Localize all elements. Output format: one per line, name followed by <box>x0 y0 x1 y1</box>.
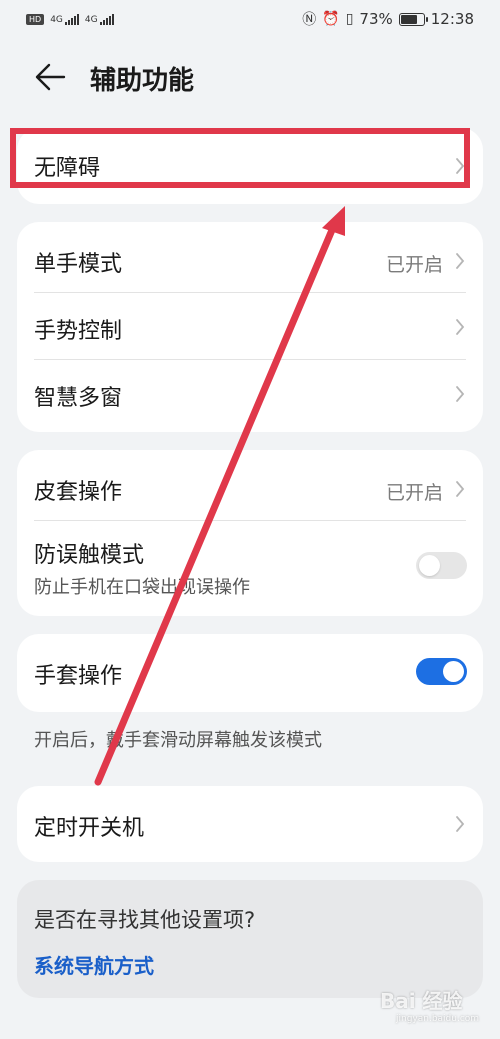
chevron-right-icon <box>456 481 465 497</box>
suggestion-question: 是否在寻找其他设置项? <box>34 908 256 932</box>
glove-card: 手套操作 <box>17 634 483 712</box>
status-bar: HD 4G 4G Ⓝ ⏰ ▯ 73% 12:38 <box>0 0 500 38</box>
signal-icon-1: 4G <box>50 13 79 25</box>
chevron-right-icon <box>456 386 465 402</box>
list-item-scheduled-power[interactable]: 定时开关机 <box>17 786 483 862</box>
system-navigation-link[interactable]: 系统导航方式 <box>34 950 154 979</box>
alarm-icon: ⏰ <box>322 11 340 27</box>
page-title: 辅助功能 <box>90 66 195 96</box>
list-item-glove-mode[interactable]: 手套操作 <box>17 634 483 712</box>
row-label: 皮套操作 <box>34 480 123 505</box>
list-item-smart-multiwindow[interactable]: 智慧多窗 <box>17 360 483 432</box>
hd-badge: HD <box>26 13 45 25</box>
toggle-knob <box>443 661 464 682</box>
status-right: Ⓝ ⏰ ▯ 73% 12:38 <box>302 9 474 29</box>
status-value: 已开启 <box>385 254 443 276</box>
cover-card: 皮套操作 已开启 防误触模式 防止手机在口袋出现误操作 <box>17 450 483 616</box>
baidu-watermark: Bai 经验 <box>380 989 463 1013</box>
nfc-icon: Ⓝ <box>302 12 317 28</box>
header: 辅助功能 <box>0 50 500 106</box>
clock: 12:38 <box>430 10 474 28</box>
mode-card: 单手模式 已开启 手势控制 智慧多窗 <box>17 222 483 432</box>
vibrate-icon: ▯ <box>345 11 354 27</box>
list-item-gesture-control[interactable]: 手势控制 <box>17 293 483 359</box>
row-label: 单手模式 <box>34 252 123 277</box>
arrow-left-icon[interactable] <box>34 62 68 92</box>
list-item-cover-operation[interactable]: 皮套操作 已开启 <box>17 450 483 520</box>
baidu-watermark-url: jingyan.baidu.com <box>396 1014 480 1024</box>
signal-2-label: 4G <box>84 14 98 25</box>
signal-1-label: 4G <box>50 14 63 25</box>
annotation-highlight-box <box>10 128 470 188</box>
accidental-touch-toggle[interactable] <box>416 552 467 579</box>
row-label: 定时开关机 <box>34 816 145 841</box>
schedule-card: 定时开关机 <box>17 786 483 862</box>
suggestion-box: 是否在寻找其他设置项? 系统导航方式 <box>17 880 483 998</box>
row-label: 手势控制 <box>34 319 123 344</box>
chevron-right-icon <box>456 253 465 269</box>
glove-mode-toggle[interactable] <box>416 658 467 685</box>
signal-icon-2: 4G <box>84 13 114 25</box>
chevron-right-icon <box>456 319 465 335</box>
status-value: 已开启 <box>385 482 443 504</box>
status-left: HD 4G 4G <box>26 13 114 25</box>
chevron-right-icon <box>456 816 465 832</box>
toggle-knob <box>419 555 440 576</box>
battery-percent: 73% <box>359 10 393 28</box>
row-label: 防误触模式 <box>34 543 145 568</box>
row-label: 智慧多窗 <box>34 386 123 411</box>
glove-mode-note: 开启后，戴手套滑动屏幕触发该模式 <box>34 730 322 751</box>
battery-icon <box>398 12 428 26</box>
row-subtitle: 防止手机在口袋出现误操作 <box>34 577 250 598</box>
list-item-one-hand-mode[interactable]: 单手模式 已开启 <box>17 222 483 292</box>
row-label: 手套操作 <box>34 664 123 689</box>
list-item-accidental-touch[interactable]: 防误触模式 防止手机在口袋出现误操作 <box>17 521 483 616</box>
